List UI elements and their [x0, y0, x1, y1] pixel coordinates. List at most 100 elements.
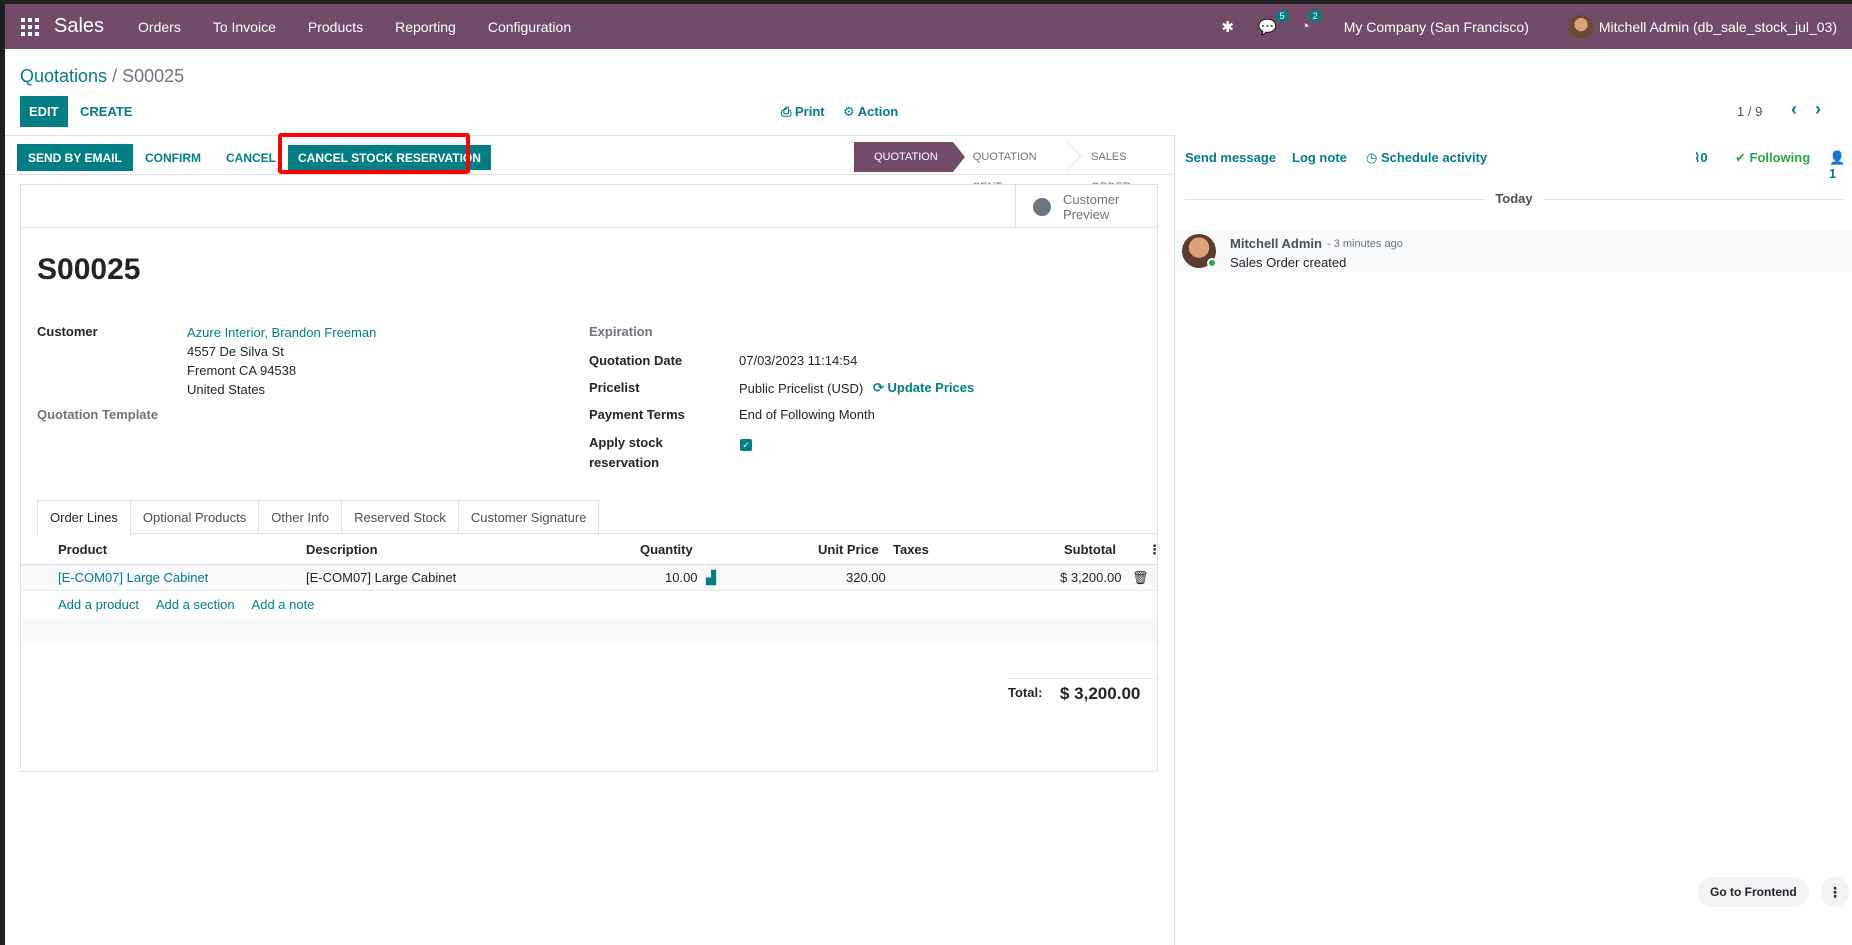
col-taxes[interactable]: Taxes: [893, 542, 929, 557]
tab-optional-products[interactable]: Optional Products: [129, 500, 260, 534]
clock-icon: ◷: [1366, 150, 1381, 165]
customer-preview-label: Customer Preview: [1063, 191, 1120, 222]
customer-field[interactable]: Azure Interior, Brandon Freeman: [187, 325, 376, 340]
add-product-link[interactable]: Add a product: [58, 597, 139, 612]
breadcrumb-quotations[interactable]: Quotations: [20, 66, 107, 86]
log-note-button[interactable]: Log note: [1292, 150, 1347, 165]
quotation-date-label: Quotation Date: [589, 353, 683, 368]
globe-icon: [1033, 197, 1051, 216]
go-to-frontend-button[interactable]: Go to Frontend: [1698, 877, 1809, 907]
action-button[interactable]: ⚙ Action: [843, 104, 898, 120]
col-quantity[interactable]: Quantity: [640, 542, 693, 557]
pricelist-field[interactable]: Public Pricelist (USD): [739, 381, 863, 396]
menu-orders[interactable]: Orders: [138, 19, 181, 35]
tab-customer-signature[interactable]: Customer Signature: [457, 500, 600, 534]
message-body: Sales Order created: [1230, 255, 1347, 270]
apps-menu-icon[interactable]: [20, 17, 40, 37]
date-separator: Today: [1175, 191, 1852, 206]
gear-icon: ⚙: [843, 104, 858, 119]
add-note-link[interactable]: Add a note: [252, 597, 315, 612]
update-prices-button[interactable]: ⟳ Update Prices: [873, 380, 974, 396]
apply-stock-label-line1: Apply stock: [589, 435, 663, 450]
print-button[interactable]: ⎙ Print: [781, 104, 825, 120]
messages-badge: 5: [1275, 9, 1289, 22]
customer-address-line2: Fremont CA 94538: [187, 363, 297, 378]
stage-pipeline: Quotation Quotation Sent Sales Order: [854, 142, 1174, 193]
add-section-link[interactable]: Add a section: [156, 597, 235, 612]
confirm-button[interactable]: Confirm: [145, 151, 201, 165]
menu-configuration[interactable]: Configuration: [488, 19, 571, 35]
col-description[interactable]: Description: [306, 542, 378, 557]
apply-stock-label-line2: reservation: [589, 455, 660, 470]
top-navbar: Sales Orders To Invoice Products Reporti…: [5, 4, 1852, 49]
breadcrumb-separator: /: [112, 66, 118, 86]
quotation-date-field[interactable]: 07/03/2023 11:14:54: [739, 353, 857, 368]
pager-next-icon[interactable]: ›: [1815, 99, 1821, 120]
stage-quotation[interactable]: Quotation: [854, 142, 965, 172]
debug-bug-icon[interactable]: ✱: [1221, 18, 1234, 36]
smart-button-box: Customer Preview: [21, 185, 1157, 228]
company-switcher[interactable]: My Company (San Francisco): [1344, 19, 1529, 35]
optional-columns-icon[interactable]: ⋮: [1148, 542, 1161, 558]
menu-reporting[interactable]: Reporting: [395, 19, 456, 35]
stage-sales-order[interactable]: Sales Order: [1071, 142, 1174, 193]
col-unit-price[interactable]: Unit Price: [818, 542, 879, 557]
row-unit-price[interactable]: 320.00: [846, 570, 886, 585]
following-button[interactable]: ✔ Following: [1735, 150, 1810, 166]
followers-button[interactable]: 👤1: [1829, 150, 1852, 181]
stage-quotation-sent[interactable]: Quotation Sent: [953, 142, 1071, 193]
menu-to-invoice[interactable]: To Invoice: [213, 19, 276, 35]
attachments-count: 0: [1700, 150, 1708, 165]
message-author[interactable]: Mitchell Admin: [1230, 236, 1322, 251]
schedule-activity-button[interactable]: ◷ Schedule activity: [1366, 150, 1487, 166]
pager-value[interactable]: 1 / 9: [1737, 104, 1762, 119]
user-avatar[interactable]: [1568, 14, 1593, 39]
trash-icon[interactable]: 🗑: [1132, 570, 1149, 586]
edit-button[interactable]: Edit: [20, 96, 68, 127]
total-divider: [1008, 678, 1157, 679]
app-name[interactable]: Sales: [54, 15, 104, 38]
row-quantity[interactable]: 10.00: [665, 570, 698, 585]
messaging-icon[interactable]: 💬 5: [1258, 9, 1289, 36]
action-label: Action: [857, 104, 899, 119]
chatter-message: Mitchell Admin - 3 minutes ago Sales Ord…: [1175, 230, 1852, 272]
check-icon: ✔: [1735, 150, 1750, 165]
online-status-icon: [1207, 258, 1217, 268]
apply-stock-checkbox[interactable]: ✓: [740, 439, 752, 451]
col-product[interactable]: Product: [58, 542, 107, 557]
send-message-button[interactable]: Send message: [1185, 150, 1276, 165]
row-product[interactable]: [E-COM07] Large Cabinet: [58, 570, 208, 585]
highlight-box: [278, 133, 470, 174]
activities-badge: 2: [1308, 10, 1322, 22]
user-icon: 👤: [1829, 150, 1846, 165]
tab-other-info[interactable]: Other Info: [258, 500, 343, 534]
tab-reserved-stock[interactable]: Reserved Stock: [341, 500, 459, 534]
frontend-menu-icon[interactable]: ⋮: [1821, 877, 1849, 907]
attachments-button[interactable]: ⌇0: [1694, 150, 1708, 166]
menu-products[interactable]: Products: [308, 19, 363, 35]
tab-order-lines[interactable]: Order Lines: [37, 500, 131, 535]
pager-previous-icon[interactable]: ‹: [1791, 99, 1797, 120]
activities-clock-icon[interactable]: ◔ 2: [1301, 10, 1322, 35]
table-row[interactable]: [E-COM07] Large Cabinet [E-COM07] Large …: [21, 565, 1157, 591]
payment-terms-label: Payment Terms: [589, 407, 685, 422]
cancel-button[interactable]: Cancel: [226, 151, 276, 165]
message-time: - 3 minutes ago: [1327, 238, 1403, 250]
user-menu[interactable]: Mitchell Admin (db_sale_stock_jul_03): [1599, 19, 1837, 35]
col-subtotal[interactable]: Subtotal: [1064, 542, 1116, 557]
send-by-email-button[interactable]: Send by Email: [18, 145, 132, 170]
notebook-tabs: Order Lines Optional Products Other Info…: [37, 500, 1157, 535]
followers-count: 1: [1829, 166, 1837, 181]
quotation-template-label: Quotation Template: [37, 407, 159, 422]
forecast-chart-icon[interactable]: ▟: [706, 570, 716, 586]
app-root: Sales Orders To Invoice Products Reporti…: [5, 4, 1852, 945]
breadcrumb-current: S00025: [122, 66, 185, 86]
customer-label: Customer: [37, 324, 98, 339]
customer-preview-button[interactable]: Customer Preview: [1015, 185, 1157, 228]
row-description[interactable]: [E-COM07] Large Cabinet: [306, 570, 456, 585]
expiration-label: Expiration: [589, 324, 653, 339]
create-button[interactable]: Create: [80, 104, 132, 119]
payment-terms-field[interactable]: End of Following Month: [739, 407, 875, 422]
print-label: Print: [795, 104, 825, 119]
following-label: Following: [1749, 150, 1811, 165]
